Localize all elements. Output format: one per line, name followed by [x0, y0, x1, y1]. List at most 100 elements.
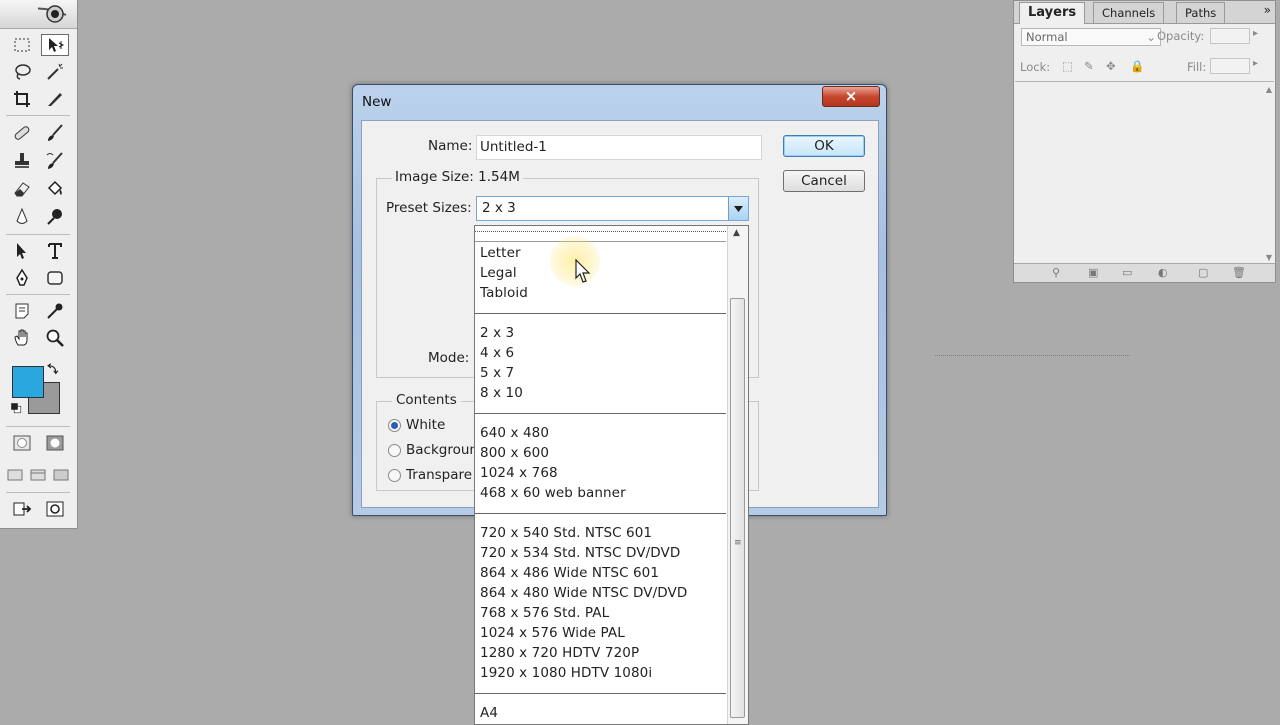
list-item[interactable]: 5 x 7 [480, 365, 514, 381]
list-item[interactable]: Legal [480, 265, 517, 281]
list-item[interactable]: 720 x 540 Std. NTSC 601 [480, 525, 652, 541]
list-item[interactable]: 864 x 486 Wide NTSC 601 [480, 565, 659, 581]
healing-brush-icon[interactable] [8, 122, 36, 144]
type-tool-icon[interactable] [41, 240, 69, 262]
imageready-logo-icon[interactable] [41, 498, 69, 520]
toolbox-separator [6, 115, 70, 116]
scroll-up-arrow-icon[interactable]: ▲ [1266, 85, 1272, 94]
fill-slider-arrow-icon[interactable]: ▸ [1253, 58, 1258, 69]
ok-button[interactable]: OK [783, 135, 865, 157]
dropdown-arrow-icon[interactable] [728, 197, 748, 220]
scrollbar-thumb[interactable]: ≡ [730, 298, 745, 718]
list-item[interactable]: Tabloid [480, 285, 528, 301]
marquee-tool-icon[interactable] [8, 34, 36, 56]
list-item[interactable]: A4 [480, 705, 498, 721]
crop-tool-icon[interactable] [8, 88, 36, 110]
list-item[interactable]: 2 x 3 [480, 325, 514, 341]
pen-tool-icon[interactable] [8, 267, 36, 289]
lock-position-icon[interactable]: ✥ [1106, 59, 1116, 73]
brush-tool-icon[interactable] [41, 122, 69, 144]
new-group-icon[interactable]: ▭ [1122, 266, 1134, 279]
name-input[interactable]: Untitled-1 [476, 135, 762, 160]
dodge-tool-icon[interactable] [41, 206, 69, 228]
list-separator [475, 693, 726, 694]
toolbox-separator [6, 492, 70, 493]
list-item[interactable]: 768 x 576 Std. PAL [480, 605, 609, 621]
tab-paths[interactable]: Paths [1176, 2, 1226, 23]
cancel-button[interactable]: Cancel [783, 170, 865, 192]
photoshop-eye-icon[interactable] [38, 2, 68, 26]
link-layers-icon[interactable]: ⚲ [1052, 266, 1064, 279]
screen-mode-full-icon[interactable] [50, 464, 72, 486]
dropdown-scrollbar[interactable]: ▲ ≡ [727, 226, 748, 724]
default-colors-icon[interactable] [8, 400, 24, 416]
quick-mask-mode-icon[interactable] [41, 432, 69, 454]
paint-bucket-icon[interactable] [41, 178, 69, 200]
image-size-value: 1.54M [478, 169, 520, 185]
radio-white[interactable] [388, 419, 401, 432]
radio-background[interactable] [388, 444, 401, 457]
foreground-color-swatch[interactable] [12, 366, 44, 398]
list-item[interactable]: 640 x 480 [480, 425, 549, 441]
palette-menu-icon[interactable]: » [1264, 3, 1271, 17]
list-item[interactable]: 800 x 600 [480, 445, 549, 461]
screen-mode-standard-icon[interactable] [4, 464, 26, 486]
layers-palette: Layers Channels Paths » Normal ⌄ Opacity… [1013, 0, 1276, 283]
lasso-tool-icon[interactable] [8, 61, 36, 83]
dialog-title: New [362, 94, 392, 110]
adjustment-layer-icon[interactable]: ◐ [1158, 266, 1170, 279]
path-selection-icon[interactable] [8, 240, 36, 262]
preset-sizes-select[interactable]: 2 x 3 [476, 196, 749, 221]
list-item[interactable]: 1024 x 576 Wide PAL [480, 625, 625, 641]
tab-channels[interactable]: Channels [1093, 2, 1165, 23]
clone-stamp-icon[interactable] [8, 150, 36, 172]
zoom-tool-icon[interactable] [41, 327, 69, 349]
list-item[interactable]: 1024 x 768 [480, 465, 558, 481]
close-button[interactable]: × [822, 86, 880, 107]
history-brush-icon[interactable] [41, 150, 69, 172]
blur-tool-icon[interactable] [8, 206, 36, 228]
list-item[interactable]: 8 x 10 [480, 385, 523, 401]
list-item[interactable]: 468 x 60 web banner [480, 485, 626, 501]
notes-tool-icon[interactable] [8, 300, 36, 322]
list-item[interactable]: 1920 x 1080 HDTV 1080i [480, 665, 652, 681]
name-label: Name: [428, 138, 473, 154]
radio-transparent[interactable] [388, 469, 401, 482]
list-item[interactable]: 864 x 480 Wide NTSC DV/DVD [480, 585, 687, 601]
magic-wand-icon[interactable] [41, 61, 69, 83]
jump-to-imageready-icon[interactable] [8, 498, 36, 520]
shape-tool-icon[interactable] [41, 267, 69, 289]
standard-mode-icon[interactable] [8, 432, 36, 454]
fill-field[interactable] [1210, 58, 1250, 74]
swap-colors-icon[interactable] [44, 362, 62, 378]
new-layer-icon[interactable]: ▢ [1198, 266, 1210, 279]
list-item[interactable]: Letter [480, 245, 521, 261]
list-item[interactable]: 720 x 534 Std. NTSC DV/DVD [480, 545, 680, 561]
mouse-cursor-icon [575, 259, 591, 283]
image-size-caption: Image Size: [395, 169, 474, 185]
toolbox-separator [6, 294, 70, 295]
blend-mode-select[interactable]: Normal ⌄ [1021, 28, 1161, 46]
scroll-down-arrow-icon[interactable]: ▼ [1266, 253, 1272, 262]
contents-label: Contents [392, 392, 461, 408]
screen-mode-full-menu-icon[interactable] [27, 464, 49, 486]
lock-transparent-icon[interactable]: ⬚ [1062, 59, 1073, 73]
eraser-tool-icon[interactable] [8, 178, 36, 200]
slice-tool-icon[interactable] [41, 88, 69, 110]
hand-tool-icon[interactable] [8, 327, 36, 349]
layer-style-icon[interactable]: ▣ [1088, 266, 1100, 279]
scroll-up-arrow-icon[interactable]: ▲ [733, 228, 740, 238]
grip-icon: ≡ [734, 538, 742, 548]
move-tool-icon[interactable] [41, 34, 69, 56]
tab-layers[interactable]: Layers [1019, 2, 1086, 24]
opacity-slider-arrow-icon[interactable]: ▸ [1253, 28, 1258, 39]
opacity-label: Opacity: [1157, 29, 1205, 43]
list-item[interactable]: 4 x 6 [480, 345, 514, 361]
opacity-field[interactable] [1210, 28, 1250, 44]
eyedropper-icon[interactable] [41, 300, 69, 322]
lock-all-icon[interactable]: 🔒 [1130, 59, 1144, 73]
mode-label: Mode: [428, 350, 470, 366]
list-item[interactable]: 1280 x 720 HDTV 720P [480, 645, 639, 661]
trash-icon[interactable]: 🗑 [1232, 266, 1246, 279]
lock-image-icon[interactable]: ✎ [1084, 59, 1094, 73]
